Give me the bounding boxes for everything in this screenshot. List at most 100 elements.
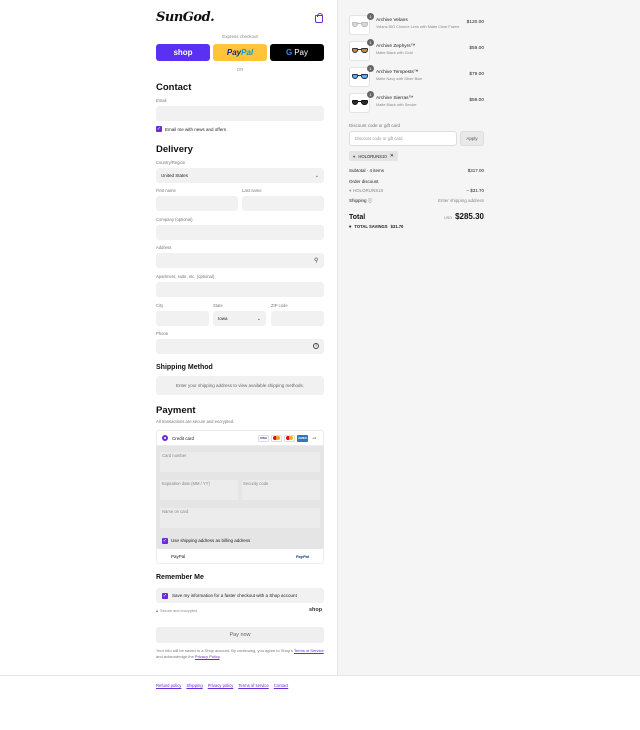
paypal-button[interactable]: Pay Pal [213, 44, 267, 61]
newsletter-checkbox[interactable]: ✓ [156, 126, 162, 132]
city-label: City [156, 303, 164, 308]
discount-value: – $31.70 [466, 188, 484, 193]
company-input[interactable] [156, 225, 324, 240]
sunglasses-icon [351, 100, 368, 106]
item-variant: Matte Black with Smoke [376, 103, 417, 107]
shipping-label: Shipping [349, 198, 367, 203]
zip-input[interactable] [271, 311, 324, 326]
remember-me-label: Save my information for a faster checkou… [172, 593, 297, 598]
first-name-input[interactable] [156, 196, 238, 211]
newsletter-checkbox-row[interactable]: ✓ Email me with news and offers [156, 126, 226, 132]
help-icon[interactable]: ? [313, 343, 319, 349]
shop-pay-button[interactable]: shop [156, 44, 210, 61]
product-thumbnail: 1 [349, 39, 374, 61]
secure-label: Secure and encrypted [160, 609, 198, 613]
shop-pay-label: shop [173, 48, 193, 57]
payment-subtitle: All transactions are secure and encrypte… [156, 419, 235, 424]
apply-button[interactable]: Apply [460, 131, 484, 146]
address-input[interactable] [156, 253, 324, 268]
name-on-card-label: Name on card [162, 509, 189, 514]
item-price: $79.00 [469, 72, 484, 77]
email-label: Email [156, 98, 167, 103]
apartment-label: Apartment, suite, etc. (optional) [156, 274, 215, 279]
cart-item: 1 Archive Sierras™ Matte Black with Smoke $… [349, 91, 484, 113]
contact-link[interactable]: Contact [274, 683, 288, 688]
shipping-method-heading: Shipping Method [156, 364, 213, 371]
remove-discount-icon[interactable]: ✕ [390, 153, 394, 159]
order-discount-row: Order discount [349, 179, 484, 184]
item-price: $120.00 [466, 20, 484, 25]
info-icon[interactable]: ⓘ [368, 198, 373, 203]
brand-logo[interactable]: SunGod. [156, 10, 215, 25]
phone-input[interactable] [156, 339, 324, 354]
maestro-icon [284, 434, 295, 442]
applied-code: HOLORUNS10 [358, 153, 387, 159]
terms-of-service-footer-link[interactable]: Terms of service [238, 683, 268, 688]
shipping-link[interactable]: Shipping [186, 683, 202, 688]
sunglasses-icon [351, 22, 368, 28]
privacy-policy-footer-link[interactable]: Privacy policy [208, 683, 234, 688]
item-variant: Velans BIO Chrome Lens with Matte Clear … [376, 25, 460, 29]
security-code-label: Security code [243, 481, 269, 486]
country-value: United States [161, 173, 189, 178]
address-label: Address [156, 245, 172, 250]
quantity-badge: 1 [367, 65, 374, 72]
cart-item: 1 Archive Tempests™ Matte Navy with Silver… [349, 65, 484, 87]
terms-text-a: Your info will be saved to a Shop accoun… [156, 648, 294, 653]
item-variant: Matte Black with Gold [376, 51, 413, 55]
savings-value: $31.70 [390, 224, 404, 229]
subtotal-label: Subtotal · 4 items [349, 168, 385, 173]
state-select[interactable]: Iowa ⌄ [213, 311, 266, 326]
product-thumbnail: 1 [349, 65, 374, 87]
quantity-badge: 1 [367, 39, 374, 46]
credit-card-option[interactable]: Credit card VISA AMEX +4 [156, 430, 324, 446]
refund-policy-link[interactable]: Refund policy [156, 683, 181, 688]
discount-input[interactable]: Discount code or gift card [349, 131, 457, 146]
email-input[interactable] [156, 106, 324, 121]
or-divider: OR [236, 67, 244, 72]
shipping-row: Shipping ⓘ Enter shipping address [349, 198, 484, 204]
total-amount: USD $285.30 [444, 212, 484, 221]
footer-divider [0, 675, 640, 676]
shipping-value: Enter shipping address [437, 198, 484, 203]
terms-of-service-link[interactable]: Terms of Service [294, 648, 324, 653]
remember-me-row[interactable]: ✓ Save my information for a faster check… [156, 588, 324, 603]
total-label: Total [349, 214, 366, 221]
delivery-heading: Delivery [156, 144, 193, 155]
secure-note: 🔒︎ Secure and encrypted [156, 609, 197, 613]
billing-same-checkbox[interactable]: ✓ [162, 537, 168, 544]
cart-bag-icon[interactable] [315, 13, 323, 23]
total-value: $285.30 [455, 212, 484, 221]
country-label: Country/Region [156, 160, 186, 165]
savings-label: TOTAL SAVINGS [354, 224, 388, 229]
quantity-badge: 1 [367, 13, 374, 20]
shipping-method-message: Enter your shipping address to view avai… [156, 376, 324, 395]
billing-same-row[interactable]: ✓ Use shipping address as billing addres… [156, 533, 324, 548]
paypal-option[interactable]: PayPal PayPal [156, 549, 324, 564]
apartment-input[interactable] [156, 282, 324, 297]
state-value: Iowa [218, 316, 228, 321]
google-pay-button[interactable]: G Pay [270, 44, 324, 61]
mastercard-icon [271, 434, 282, 442]
product-thumbnail: 1 [349, 91, 374, 113]
card-number-label: Card number [162, 453, 187, 458]
city-input[interactable] [156, 311, 209, 326]
pay-now-button[interactable]: Pay now [156, 627, 324, 643]
terms-text-b: and acknowledge the [156, 654, 195, 659]
cart-item: 1 Archive Velans Velans BIO Chrome Lens wi… [349, 13, 484, 35]
last-name-input[interactable] [242, 196, 324, 211]
privacy-policy-link[interactable]: Privacy Policy [195, 654, 220, 659]
savings-tag-icon: ⌖ [349, 224, 352, 229]
discount-code-line: ⌖ HOLORUNS10 [349, 188, 383, 193]
remember-me-checkbox[interactable]: ✓ [162, 592, 168, 599]
payment-heading: Payment [156, 405, 196, 416]
discount-code: HOLORUNS10 [352, 188, 384, 193]
item-price: $59.00 [469, 46, 484, 51]
amex-icon: AMEX [297, 434, 308, 442]
paypal-label-pay: Pay [226, 48, 242, 57]
sunglasses-icon [351, 74, 368, 80]
first-name-label: First name [156, 188, 176, 193]
country-select[interactable]: United States ⌄ [156, 168, 324, 183]
credit-card-radio[interactable] [162, 435, 168, 441]
paypal-logo: PayPal [295, 553, 309, 559]
